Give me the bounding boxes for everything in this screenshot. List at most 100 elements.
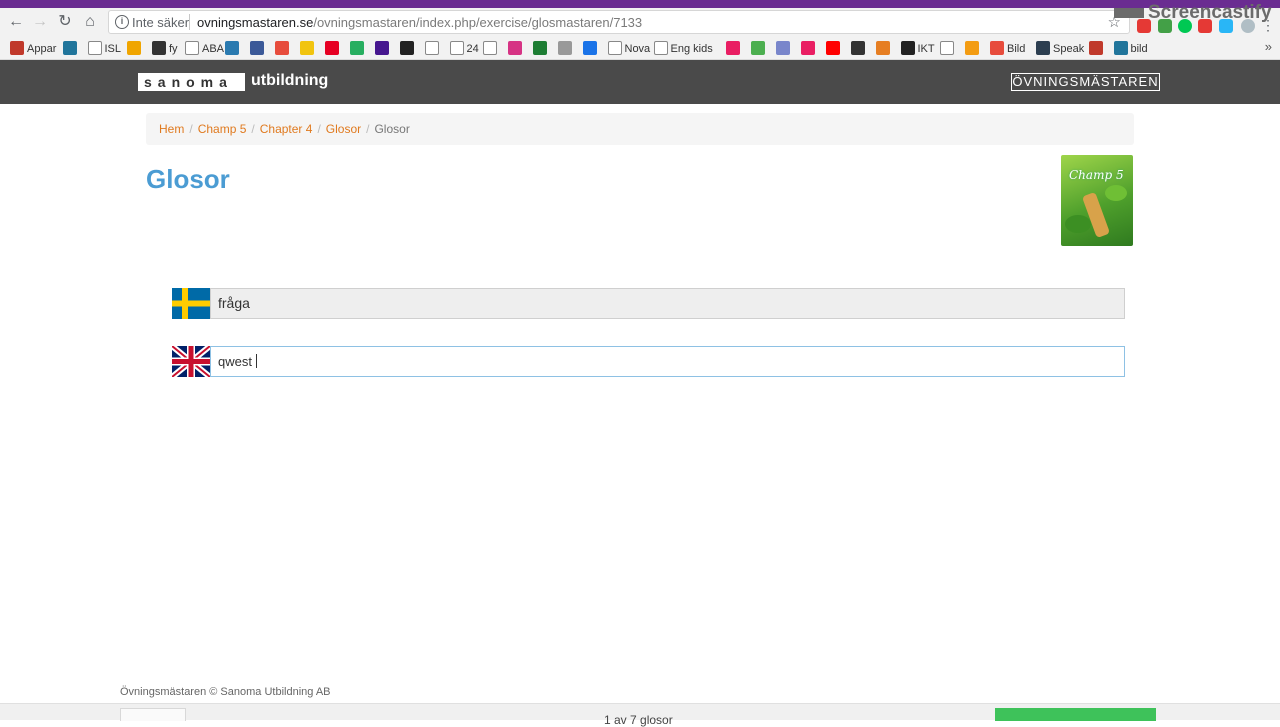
bookmark-icon[interactable] — [482, 41, 497, 55]
info-icon[interactable]: i — [115, 15, 129, 29]
back-icon[interactable]: ← — [6, 12, 26, 32]
check-answer-button[interactable] — [995, 708, 1156, 721]
address-bar[interactable]: i Inte säker ovningsmastaren.se/ovningsm… — [108, 10, 1130, 34]
bookmark-favicon-icon — [965, 41, 979, 55]
bookmark-icon[interactable] — [62, 41, 77, 55]
bookmark-icon[interactable] — [299, 41, 314, 55]
extension-icon[interactable] — [1219, 19, 1233, 33]
breadcrumb-item-chapter-4[interactable]: Chapter 4 — [260, 122, 313, 136]
forward-icon[interactable]: → — [30, 12, 50, 32]
bookmark-icon[interactable] — [965, 41, 979, 55]
text-cursor-icon — [256, 354, 257, 368]
url-text[interactable]: ovningsmastaren.se/ovningsmastaren/index… — [197, 15, 642, 30]
bookmark-favicon-icon — [424, 41, 439, 55]
bookmark-icon[interactable] — [374, 41, 389, 55]
bookmark-speak[interactable]: Speak — [1036, 41, 1084, 55]
bookmark-label: bild — [1130, 43, 1148, 55]
bookmark-fy[interactable]: fy — [152, 41, 178, 55]
bookmark-icon[interactable] — [850, 41, 865, 55]
screencastify-icon — [1114, 8, 1144, 18]
bookmark-favicon-icon — [825, 41, 840, 55]
bookmark-favicon-icon — [725, 41, 740, 55]
bookmark-appar[interactable]: Appar — [10, 41, 56, 55]
bookmark-favicon-icon — [87, 41, 102, 55]
ovningsmastaren-logo[interactable]: ÖVNINGSMÄSTAREN — [1011, 73, 1160, 91]
bookmark-favicon-icon — [990, 41, 1004, 55]
bookmarks-bar: Appar ISL fy ABA 24 Nova Eng kids IKT Bild Speak b… — [0, 36, 1280, 60]
bookmark-favicon-icon — [152, 41, 166, 55]
book-cover-image: Champ 5 — [1061, 155, 1133, 246]
bookmark-icon[interactable] — [557, 41, 572, 55]
bookmark-icon[interactable] — [800, 41, 815, 55]
bookmark-icon[interactable] — [940, 41, 954, 55]
progress-counter: 1 av 7 glosor — [604, 713, 673, 727]
cover-giraffe — [1081, 191, 1111, 239]
page-title: Glosor — [146, 164, 230, 194]
bookmark-icon[interactable] — [399, 41, 414, 55]
bookmark-icon[interactable] — [825, 41, 840, 55]
omnibox-divider — [189, 14, 190, 30]
bookmark-isl[interactable]: ISL — [87, 41, 122, 55]
home-icon[interactable]: ⌂ — [80, 12, 100, 32]
url-path: /ovningsmastaren/index.php/exercise/glos… — [313, 15, 643, 30]
breadcrumb-item-hem[interactable]: Hem — [159, 122, 184, 136]
bookmarks-overflow-icon[interactable]: » — [1265, 39, 1272, 54]
bookmark-icon[interactable] — [532, 41, 547, 55]
bookmark-icon[interactable] — [507, 41, 522, 55]
url-domain: ovningsmastaren.se — [197, 15, 314, 30]
adblock-icon[interactable] — [1137, 19, 1151, 33]
swedish-word-row: fråga — [172, 288, 1125, 319]
bookmark-favicon-icon — [940, 41, 954, 55]
breadcrumb-item-glosor[interactable]: Glosor — [326, 122, 361, 136]
bookmark-eng-kids[interactable]: Eng kids — [653, 41, 713, 55]
bookmark-icon[interactable] — [249, 41, 264, 55]
bookmark-icon[interactable] — [324, 41, 339, 55]
bookmark-favicon-icon — [557, 41, 572, 55]
bookmark-label: ISL — [104, 43, 122, 55]
breadcrumb-divider: / — [189, 122, 193, 136]
bookmark-ikt[interactable]: IKT — [900, 41, 935, 55]
bookmark-icon[interactable] — [224, 41, 239, 55]
bookmark-label: Nova — [624, 43, 651, 55]
sanoma-logo-suffix[interactable]: utbildning — [251, 72, 328, 90]
bookmark-aba[interactable]: ABA — [185, 41, 224, 55]
extension-icon[interactable] — [1241, 19, 1255, 33]
bookmark-icon[interactable] — [424, 41, 439, 55]
bookmark-favicon-icon — [324, 41, 339, 55]
breadcrumb-item-champ-5[interactable]: Champ 5 — [198, 122, 247, 136]
bookmark-icon[interactable] — [274, 41, 289, 55]
grammarly-icon[interactable] — [1178, 19, 1192, 33]
bookmark-icon[interactable] — [725, 41, 740, 55]
previous-button[interactable] — [120, 708, 186, 721]
bookmark-favicon-icon — [10, 41, 24, 55]
bookmark-favicon-icon — [875, 41, 890, 55]
bookmark-bild[interactable]: bild — [1113, 41, 1148, 55]
sanoma-logo[interactable]: sanoma — [138, 73, 245, 91]
bookmark-favicon-icon — [507, 41, 522, 55]
bookmark-icon[interactable] — [349, 41, 364, 55]
extension-icon[interactable] — [1198, 19, 1212, 33]
bookmark-favicon-icon — [775, 41, 790, 55]
bookmark-favicon-icon — [607, 41, 622, 55]
bookmark-bild[interactable]: Bild — [990, 41, 1025, 55]
bookmark-icon[interactable] — [875, 41, 890, 55]
menu-icon[interactable]: ⋮ — [1261, 18, 1275, 33]
bookmark-nova[interactable]: Nova — [607, 41, 651, 55]
bookmark-favicon-icon — [900, 41, 915, 55]
bookmark-icon[interactable] — [1088, 41, 1103, 55]
bookmark-24[interactable]: 24 — [449, 41, 479, 55]
reload-icon[interactable]: ↻ — [55, 12, 75, 32]
footer-copyright: Övningsmästaren © Sanoma Utbildning AB — [120, 686, 331, 698]
bookmark-favicon-icon — [482, 41, 497, 55]
english-answer-input[interactable] — [210, 346, 1125, 377]
bookmark-icon[interactable] — [775, 41, 790, 55]
bookmark-icon[interactable] — [750, 41, 765, 55]
bookmark-icon[interactable] — [582, 41, 597, 55]
book-cover-title: Champ 5 — [1069, 168, 1124, 182]
bookmark-favicon-icon — [299, 41, 314, 55]
bookmark-icon[interactable] — [127, 41, 141, 55]
extension-icon[interactable] — [1158, 19, 1172, 33]
bookmark-label: Eng kids — [670, 43, 713, 55]
uk-flag-icon — [172, 346, 210, 377]
swedish-flag-icon — [172, 288, 210, 319]
